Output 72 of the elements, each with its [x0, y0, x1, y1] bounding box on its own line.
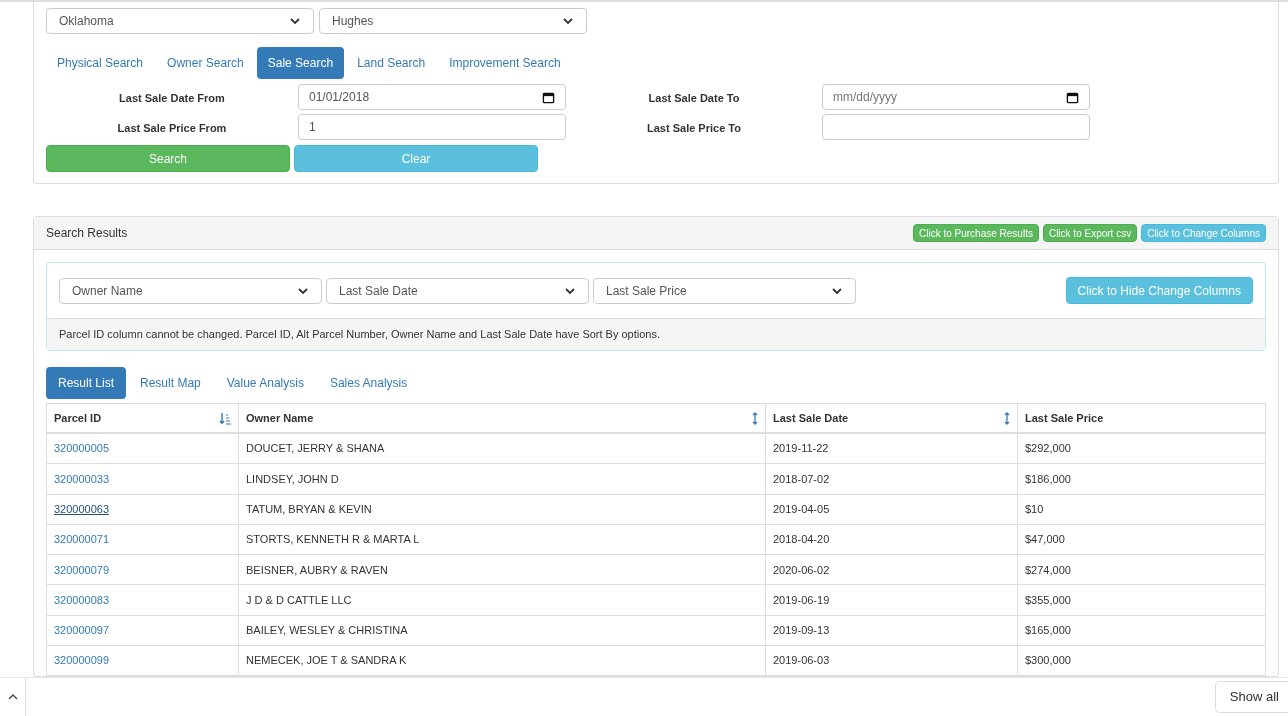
input-field[interactable] — [822, 114, 1090, 140]
parcel-link[interactable]: 320000083 — [54, 591, 110, 609]
parcel-link[interactable]: 320000079 — [54, 561, 110, 579]
table-cell-text: $186,000 — [1025, 471, 1071, 487]
calendar-icon[interactable] — [1066, 90, 1079, 104]
tab[interactable]: Sale Search — [256, 47, 345, 79]
table-cell-text: 2019-04-05 — [773, 502, 830, 517]
panel-title: Search Results — [46, 225, 128, 242]
calendar-icon[interactable] — [542, 90, 555, 104]
chevron-down-icon — [562, 15, 574, 27]
input-field[interactable]: 1 — [298, 114, 566, 140]
column-header[interactable]: Parcel ID — [47, 404, 239, 432]
dropdown-select[interactable]: Oklahoma — [46, 8, 314, 34]
table-cell-text: DOUCET, JERRY & SHANA — [246, 441, 385, 457]
dropdown-select[interactable]: Last Sale Price — [593, 277, 856, 304]
info-note: Parcel ID column cannot be changed. Parcel ID, Alt Parcel Number, Owner Name and Last Sale Date have Sort By options. — [59, 327, 661, 343]
table-cell-text: LINDSEY, JOHN D — [246, 471, 339, 487]
dropdown-select[interactable]: Owner Name — [59, 277, 322, 304]
input-field[interactable]: mm/dd/yyyy — [822, 84, 1090, 110]
table-cell-text: BEISNER, AUBRY & RAVEN — [246, 562, 388, 578]
sort-icon[interactable] — [1004, 411, 1010, 425]
chevron-down-icon — [289, 15, 301, 27]
dropdown-select[interactable]: Last Sale Date — [326, 277, 589, 304]
table-cell-text: BAILEY, WESLEY & CHRISTINA — [246, 623, 408, 639]
column-header[interactable]: Owner Name — [239, 404, 766, 432]
sort-ascending-icon[interactable] — [219, 411, 231, 425]
parcel-link[interactable]: 320000097 — [54, 622, 110, 639]
show-all-button[interactable]: Show all — [1214, 681, 1288, 713]
tab[interactable]: Improvement Search — [438, 47, 572, 79]
dropdown-select[interactable]: Hughes — [319, 8, 587, 34]
table-cell-text: $300,000 — [1025, 653, 1071, 669]
chevron-up-icon[interactable] — [7, 693, 18, 701]
parcel-link[interactable]: 320000099 — [54, 652, 110, 669]
input-field[interactable]: 01/01/2018 — [298, 84, 566, 110]
table-cell-text: 2018-07-02 — [773, 471, 830, 487]
table-cell-text: $165,000 — [1025, 623, 1071, 639]
tab[interactable]: Land Search — [346, 47, 437, 79]
table-cell-text: $355,000 — [1025, 592, 1071, 608]
tab[interactable]: Sales Analysis — [317, 367, 420, 399]
table-cell-text: $292,000 — [1025, 441, 1071, 457]
search-button[interactable]: Search — [46, 145, 290, 172]
parcel-link[interactable]: 320000005 — [54, 440, 110, 457]
tab[interactable]: Result List — [46, 367, 127, 399]
table-cell-text: 2019-06-03 — [773, 653, 830, 669]
field-label: Last Sale Date From — [118, 91, 226, 106]
action-button[interactable]: Click to Export csv — [1042, 224, 1138, 242]
table-cell-text: $10 — [1025, 502, 1044, 517]
column-header[interactable]: Last Sale Date — [766, 404, 1018, 432]
table-cell-text: 2020-06-02 — [773, 562, 830, 578]
table-cell-text: J D & D CATTLE LLC — [246, 592, 352, 608]
parcel-link[interactable]: 320000033 — [54, 470, 110, 488]
table-cell-text: NEMECEK, JOE T & SANDRA K — [246, 653, 407, 669]
parcel-link[interactable]: 320000063 — [54, 501, 110, 518]
tab[interactable]: Value Analysis — [214, 367, 316, 399]
tab[interactable]: Physical Search — [46, 47, 155, 79]
table-cell-text: 2019-11-22 — [773, 441, 829, 457]
field-label: Last Sale Price From — [116, 121, 228, 136]
tab[interactable]: Owner Search — [156, 47, 255, 79]
table-cell-text: 2019-06-19 — [773, 592, 830, 608]
field-label: Last Sale Date To — [647, 91, 741, 106]
field-label: Last Sale Price To — [646, 121, 742, 136]
tab[interactable]: Result Map — [128, 367, 213, 399]
action-button[interactable]: Click to Purchase Results — [913, 224, 1039, 242]
column-header[interactable]: Last Sale Price — [1018, 404, 1265, 432]
table-cell-text: 2018-04-20 — [773, 532, 830, 548]
table-cell-text: $274,000 — [1025, 562, 1071, 578]
parcel-link[interactable]: 320000071 — [54, 531, 110, 548]
table-cell-text: TATUM, BRYAN & KEVIN — [246, 502, 372, 517]
table-cell-text: 2019-09-13 — [773, 623, 830, 639]
table-cell-text: STORTS, KENNETH R & MARTA L — [246, 532, 420, 548]
sort-icon[interactable] — [752, 411, 758, 425]
table-cell-text: $47,000 — [1025, 532, 1065, 548]
